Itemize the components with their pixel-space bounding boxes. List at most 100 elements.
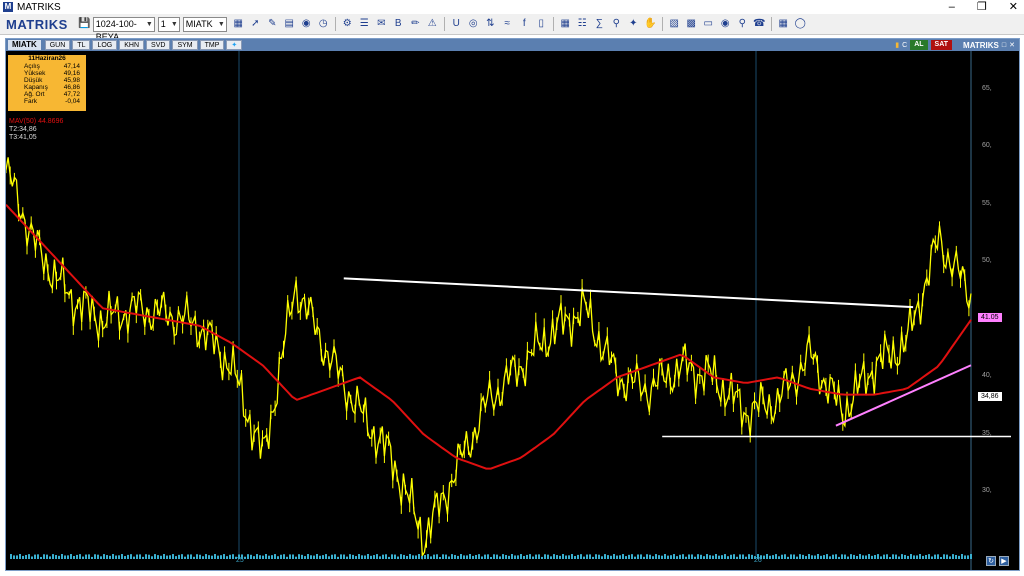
tab-tmp[interactable]: TMP (199, 40, 225, 50)
volume-bar (391, 554, 393, 559)
trade-icon[interactable]: ≈ (500, 17, 514, 31)
volume-bar (151, 556, 153, 559)
volume-bar (253, 556, 255, 559)
twitter-icon[interactable]: ✋ (643, 17, 657, 31)
doc-icon[interactable]: ∑ (592, 17, 606, 31)
save-icon[interactable]: ▦ (231, 17, 245, 31)
volume-bar (481, 556, 483, 559)
hand-icon[interactable]: ▧ (667, 17, 681, 31)
volume-bar (520, 554, 522, 559)
min-chart-icon[interactable]: □ (1002, 42, 1006, 49)
layout-select[interactable]: 1024-100-BEYA ▼ (92, 16, 155, 42)
volume-bar (619, 555, 621, 559)
search-icon[interactable]: ✦ (626, 17, 640, 31)
volume-bar (877, 554, 879, 559)
calculator-icon[interactable]: ▦ (776, 17, 790, 31)
volume-bar (313, 555, 315, 559)
volume-bar (409, 554, 411, 559)
sell-button[interactable]: SAT (930, 40, 953, 50)
tab-tl[interactable]: TL (72, 40, 91, 50)
volume-bar (598, 554, 600, 559)
volume-bar (247, 554, 249, 559)
grid-icon[interactable]: ➚ (248, 17, 262, 31)
symbol-select[interactable]: MIATK ▼ (182, 16, 227, 32)
tab-sym[interactable]: SYM (172, 40, 198, 50)
volume-bar (52, 554, 54, 559)
volume-bar (862, 555, 864, 559)
symbol-icon[interactable]: ◎ (466, 17, 480, 31)
globe-icon[interactable]: ◯ (793, 17, 807, 31)
volume-bar (577, 554, 579, 559)
function-icon[interactable]: ▯ (534, 17, 548, 31)
close-icon[interactable]: ✕ (1009, 0, 1018, 14)
volume-bar (196, 554, 198, 559)
save-icon[interactable]: 💾 (77, 17, 91, 31)
ma-label: MAV(50) (9, 118, 37, 125)
alert-icon[interactable]: U (449, 17, 463, 31)
close-chart-icon[interactable]: ✕ (1009, 41, 1015, 49)
tab-khn[interactable]: KHN (119, 40, 145, 50)
volume-bar (484, 554, 486, 559)
volume-bar (427, 554, 429, 559)
volume-bar (166, 555, 168, 559)
resistance-trendline (343, 277, 914, 309)
infobox-row-diff: Fark -0,04 (24, 98, 80, 105)
layout-icon[interactable]: ▭ (701, 17, 715, 31)
volume-bar (397, 556, 399, 559)
chart-icon[interactable]: ◉ (299, 17, 313, 31)
clock-icon[interactable]: ⚙ (340, 17, 354, 31)
draw-icon[interactable]: ▤ (282, 17, 296, 31)
price-chart[interactable] (6, 51, 1019, 570)
palette-icon[interactable]: ◷ (316, 17, 330, 31)
windows-icon[interactable]: ▩ (684, 17, 698, 31)
chart-line-icon[interactable]: f (517, 17, 531, 31)
scroll-right-icon[interactable]: ▶ (999, 556, 1009, 566)
volume-bar (418, 554, 420, 559)
volume-bar (487, 554, 489, 559)
volume-bar (550, 556, 552, 559)
bars-icon[interactable]: ▦ (558, 17, 572, 31)
volume-bar (646, 554, 648, 559)
c-icon[interactable]: C (902, 42, 907, 49)
volume-bar (853, 554, 855, 559)
count-select[interactable]: 1 ▼ (157, 16, 180, 32)
t2-price-badge: 34,86 (978, 392, 1002, 401)
lock-icon[interactable]: ⚲ (735, 17, 749, 31)
tab-gun[interactable]: GUN (44, 40, 71, 50)
volume-bar (442, 554, 444, 559)
bold-icon[interactable]: ✏ (408, 17, 422, 31)
list-icon[interactable]: ✉ (374, 17, 388, 31)
monitor-icon[interactable]: ◉ (718, 17, 732, 31)
chart-brand: MATRIKS (963, 40, 999, 50)
pin-icon[interactable]: ▮ (895, 41, 899, 49)
volume-bar (661, 555, 663, 559)
volume-bar (505, 555, 507, 559)
twitter-icon[interactable]: ✦ (226, 40, 243, 50)
volume-bar (466, 555, 468, 559)
table-icon[interactable]: ☷ (575, 17, 589, 31)
chart-window[interactable]: MIATK GUN TL LOG KHN SVD SYM TMP ✦ ▮ C A… (5, 38, 1020, 571)
volume-bar (175, 556, 177, 559)
minimize-icon[interactable]: – (949, 0, 955, 14)
volume-bar (511, 554, 513, 559)
settings-icon[interactable]: ☰ (357, 17, 371, 31)
volume-bar (892, 554, 894, 559)
target-icon[interactable]: ⇅ (483, 17, 497, 31)
tab-log[interactable]: LOG (92, 40, 118, 50)
restore-icon[interactable]: ❐ (977, 0, 987, 14)
cursor-icon[interactable]: ✎ (265, 17, 279, 31)
news-icon[interactable]: B (391, 17, 405, 31)
pen-icon[interactable]: ⚠ (425, 17, 439, 31)
buy-button[interactable]: AL (910, 40, 928, 50)
tab-svd[interactable]: SVD (146, 40, 171, 50)
bell-icon[interactable]: ☎ (752, 17, 766, 31)
volume-bar (874, 555, 876, 559)
volume-bar (580, 554, 582, 559)
volume-bar (559, 555, 561, 559)
calc-icon[interactable]: ⚲ (609, 17, 623, 31)
volume-bar (625, 556, 627, 559)
volume-bar (373, 555, 375, 559)
volume-bar (19, 554, 21, 559)
volume-bar (262, 555, 264, 559)
refresh-icon[interactable]: ↻ (986, 556, 996, 566)
